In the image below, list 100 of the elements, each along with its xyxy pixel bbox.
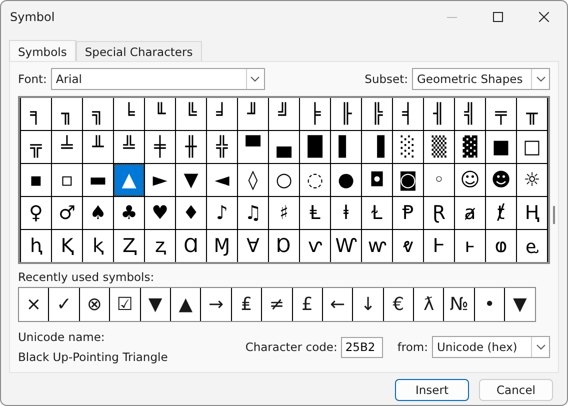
symbol-cell[interactable]: ♫	[238, 197, 268, 229]
recent-symbol-cell[interactable]: →	[201, 288, 231, 321]
from-dropdown[interactable]: Unicode (hex)	[432, 336, 550, 358]
recent-symbol-cell[interactable]: ⊗	[80, 288, 110, 321]
symbol-cell[interactable]: ⱶ	[455, 230, 485, 262]
symbol-cell[interactable]: ◘	[362, 164, 392, 196]
symbol-cell[interactable]: ▬	[83, 164, 113, 196]
symbol-cell[interactable]: Ⱳ	[331, 230, 361, 262]
symbol-cell[interactable]: ╝	[269, 98, 299, 130]
recent-symbol-cell[interactable]: ₤	[232, 288, 262, 321]
symbol-cell[interactable]: ⱳ	[362, 230, 392, 262]
symbol-cell[interactable]: ●	[331, 164, 361, 196]
symbol-cell[interactable]: ╗	[83, 98, 113, 130]
character-code-field[interactable]: 25B2	[341, 336, 384, 358]
symbol-cell[interactable]: ▐	[362, 131, 392, 163]
recent-symbol-cell[interactable]: ƛ	[414, 288, 444, 321]
symbol-cell[interactable]: ♣	[114, 197, 144, 229]
symbol-cell[interactable]: ▫	[52, 164, 82, 196]
symbol-cell[interactable]: ╡	[393, 98, 423, 130]
symbol-cell[interactable]: ☼	[517, 164, 547, 196]
symbol-cell[interactable]: ▪	[21, 164, 51, 196]
symbol-cell[interactable]: ♪	[207, 197, 237, 229]
recent-symbol-cell[interactable]: №	[444, 288, 474, 321]
symbol-cell[interactable]: Ⱡ	[300, 197, 330, 229]
recent-symbol-cell[interactable]: ←	[322, 288, 352, 321]
tab[interactable]: Symbols	[9, 40, 76, 62]
symbol-cell[interactable]: ╛	[207, 98, 237, 130]
symbol-cell[interactable]: ▄	[269, 131, 299, 163]
symbol-cell[interactable]: ╧	[52, 131, 82, 163]
symbol-cell[interactable]: Ⱪ	[52, 230, 82, 262]
symbol-cell[interactable]: ⱦ	[486, 197, 516, 229]
symbol-cell[interactable]: ╬	[207, 131, 237, 163]
recent-symbol-cell[interactable]: •	[474, 288, 504, 321]
recent-symbol-cell[interactable]: ×	[19, 288, 48, 321]
recent-symbol-cell[interactable]: ≠	[262, 288, 292, 321]
symbol-cell[interactable]: ⱨ	[21, 230, 51, 262]
symbol-cell[interactable]: ○	[269, 164, 299, 196]
symbol-cell[interactable]: ⱥ	[455, 197, 485, 229]
symbol-cell[interactable]: ╥	[517, 98, 547, 130]
symbol-cell[interactable]: ╫	[176, 131, 206, 163]
symbol-cell[interactable]: ░	[393, 131, 423, 163]
symbol-cell[interactable]: ╞	[300, 98, 330, 130]
symbol-cell[interactable]: ♯	[269, 197, 299, 229]
symbol-cell[interactable]: □	[517, 131, 547, 163]
symbol-cell[interactable]: ⱬ	[145, 230, 175, 262]
recent-symbol-cell[interactable]: ▼	[140, 288, 170, 321]
symbol-cell[interactable]: ╤	[486, 98, 516, 130]
scrollbar-thumb[interactable]	[553, 206, 555, 224]
close-icon[interactable]	[539, 12, 549, 22]
symbol-cell[interactable]: ╠	[362, 98, 392, 130]
recent-symbol-cell[interactable]: ▼	[505, 288, 535, 321]
symbol-cell[interactable]: ╜	[238, 98, 268, 130]
symbol-cell[interactable]: ☺	[455, 164, 485, 196]
symbol-cell[interactable]: ╚	[176, 98, 206, 130]
symbol-cell[interactable]: ⱪ	[83, 230, 113, 262]
symbol-cell[interactable]: ☻	[486, 164, 516, 196]
symbol-cell[interactable]: Ɽ	[424, 197, 454, 229]
symbol-cell[interactable]: Ɐ	[238, 230, 268, 262]
symbol-cell[interactable]: Ɱ	[207, 230, 237, 262]
symbol-cell[interactable]: ╩	[114, 131, 144, 163]
symbol-cell[interactable]: ⱸ	[517, 230, 547, 262]
symbol-cell[interactable]: ╪	[145, 131, 175, 163]
recent-symbol-cell[interactable]: ↓	[353, 288, 383, 321]
subset-dropdown[interactable]: Geometric Shapes	[412, 68, 550, 90]
symbol-cell[interactable]: ▓	[455, 131, 485, 163]
symbol-cell[interactable]: ♂	[52, 197, 82, 229]
recent-symbol-cell[interactable]: £	[292, 288, 322, 321]
symbol-cell[interactable]: ▒	[424, 131, 454, 163]
symbol-cell[interactable]: ▌	[331, 131, 361, 163]
recent-symbol-cell[interactable]: €	[384, 288, 414, 321]
symbol-cell[interactable]: Ⱨ	[517, 197, 547, 229]
symbol-cell[interactable]: █	[300, 131, 330, 163]
symbol-cell[interactable]: Ⱶ	[424, 230, 454, 262]
recent-symbol-cell[interactable]: ✓	[49, 288, 79, 321]
symbol-cell[interactable]: ♠	[83, 197, 113, 229]
symbol-cell[interactable]: ⱡ	[331, 197, 361, 229]
font-dropdown[interactable]: Arial	[50, 68, 265, 90]
symbol-cell[interactable]: ♀	[21, 197, 51, 229]
symbol-cell[interactable]: ◌	[300, 164, 330, 196]
cancel-button[interactable]: Cancel	[479, 379, 553, 401]
symbol-cell[interactable]: ▲	[114, 164, 144, 196]
symbol-cell[interactable]: ╖	[52, 98, 82, 130]
symbol-cell[interactable]: ♦	[176, 197, 206, 229]
symbol-cell[interactable]: Ɑ	[176, 230, 206, 262]
symbol-cell[interactable]: ╟	[331, 98, 361, 130]
symbol-cell[interactable]: ♥	[145, 197, 175, 229]
symbol-cell[interactable]: ►	[145, 164, 175, 196]
tab[interactable]: Special Characters	[76, 41, 202, 61]
symbol-cell[interactable]: Ɒ	[269, 230, 299, 262]
symbol-cell[interactable]: Ⱬ	[114, 230, 144, 262]
symbol-cell[interactable]: ╦	[21, 131, 51, 163]
symbol-cell[interactable]: ╕	[21, 98, 51, 130]
insert-button[interactable]: Insert	[395, 379, 469, 401]
symbol-cell[interactable]: ⱴ	[393, 230, 423, 262]
recent-symbol-cell[interactable]: ▲	[170, 288, 200, 321]
maximize-icon[interactable]	[493, 12, 503, 22]
symbol-cell[interactable]: Ᵽ	[393, 197, 423, 229]
symbol-cell[interactable]: ◙	[393, 164, 423, 196]
symbol-cell[interactable]: ◄	[207, 164, 237, 196]
symbol-cell[interactable]: ◊	[238, 164, 268, 196]
